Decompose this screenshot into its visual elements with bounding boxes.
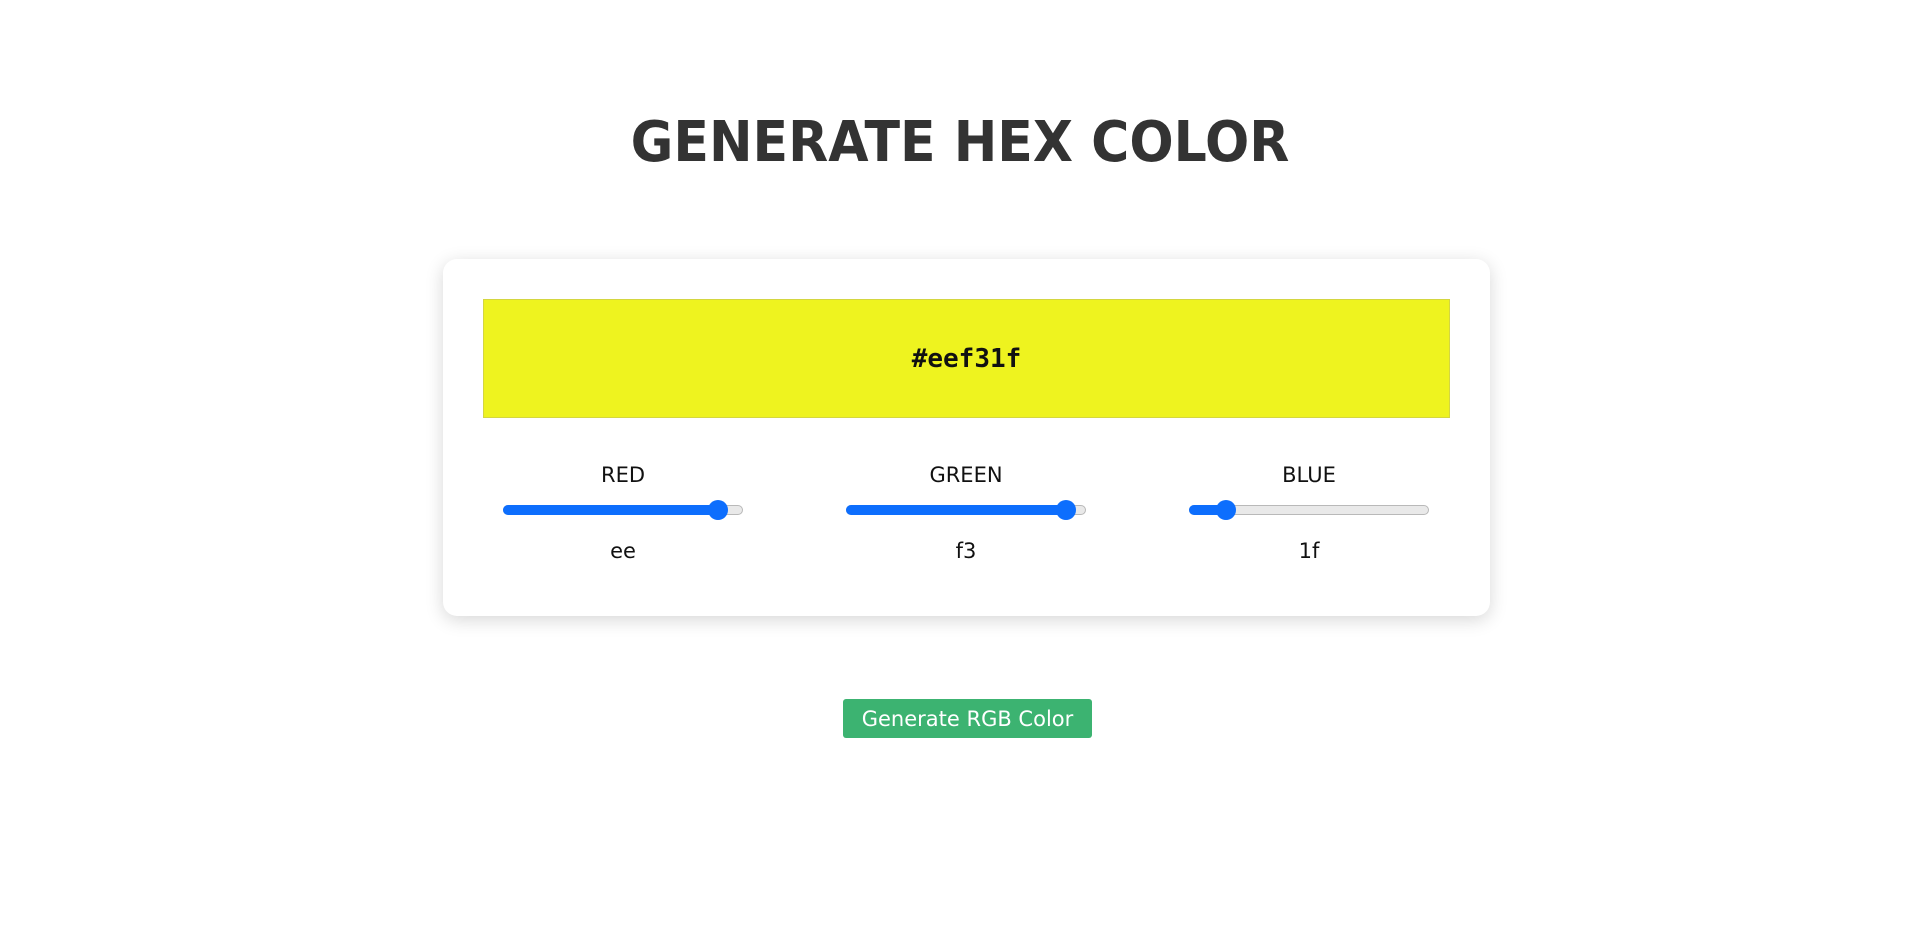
red-slider[interactable]	[503, 500, 743, 520]
generate-rgb-button[interactable]: Generate RGB Color	[843, 699, 1092, 738]
green-channel: GREEN f3	[846, 462, 1086, 564]
page-title: GENERATE HEX COLOR	[630, 110, 1290, 175]
red-label: RED	[600, 463, 646, 487]
color-card: #eef31f RED ee GREEN f3 BLUE 1f	[443, 259, 1490, 616]
blue-label: BLUE	[1282, 463, 1336, 487]
hex-value: #eef31f	[911, 343, 1022, 374]
color-swatch: #eef31f	[483, 299, 1450, 418]
red-value: ee	[610, 539, 636, 563]
green-value: f3	[955, 539, 977, 563]
blue-slider[interactable]	[1189, 500, 1429, 520]
red-channel: RED ee	[503, 462, 743, 564]
blue-channel: BLUE 1f	[1189, 462, 1429, 564]
red-slider-thumb[interactable]	[708, 500, 729, 520]
green-slider-fill	[846, 505, 1066, 515]
red-slider-fill	[503, 505, 719, 515]
green-slider-thumb[interactable]	[1055, 500, 1076, 520]
green-label: GREEN	[929, 463, 1003, 487]
green-slider[interactable]	[846, 500, 1086, 520]
blue-slider-thumb[interactable]	[1215, 500, 1236, 520]
blue-value: 1f	[1298, 539, 1320, 563]
